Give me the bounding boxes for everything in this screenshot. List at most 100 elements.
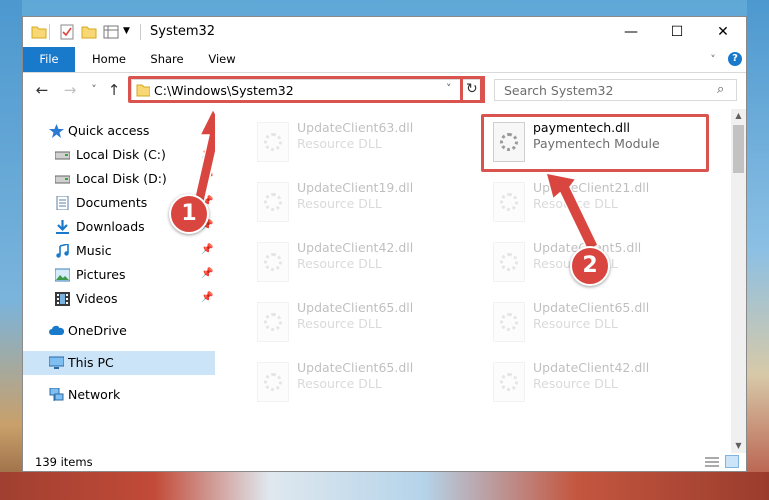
close-button[interactable]: ✕ <box>700 17 746 47</box>
navigation-pane: Quick access Local Disk (C:) 📌 Local Dis… <box>23 109 230 453</box>
dll-file-icon <box>493 362 525 402</box>
properties-icon[interactable] <box>59 24 75 40</box>
list-item[interactable]: UpdateClient19.dll Resource DLL <box>245 174 475 226</box>
file-name: UpdateClient65.dll <box>297 300 414 315</box>
sidebar-item-network[interactable]: Network <box>23 383 215 407</box>
title-bar: ▼ System32 — ☐ ✕ <box>23 17 746 47</box>
scroll-up-arrow-icon[interactable]: ▲ <box>731 109 746 123</box>
vertical-scrollbar[interactable]: ▲ ▼ <box>731 109 746 453</box>
status-bar: 139 items <box>23 453 746 471</box>
list-item[interactable]: UpdateClient42.dll Resource DLL <box>481 354 711 406</box>
view-options-icon[interactable] <box>103 24 119 40</box>
sidebar-item-label: OneDrive <box>68 323 127 338</box>
tab-home[interactable]: Home <box>83 47 135 72</box>
file-highlight-box <box>481 114 709 172</box>
file-name: UpdateClient63.dll <box>297 120 414 135</box>
file-list: UpdateClient63.dll Resource DLL paymente… <box>215 109 731 453</box>
sidebar-item-label: Local Disk (C:) <box>76 147 166 162</box>
file-description: Resource DLL <box>533 376 618 391</box>
file-name: UpdateClient65.dll <box>297 360 414 375</box>
documents-icon <box>55 195 70 211</box>
sidebar-item-label: Downloads <box>76 219 145 234</box>
dll-file-icon <box>257 362 289 402</box>
pictures-icon <box>54 268 71 282</box>
onedrive-icon <box>49 324 65 338</box>
list-item[interactable]: UpdateClient65.dll Resource DLL <box>245 294 475 346</box>
toolbar-divider <box>49 24 50 40</box>
new-folder-icon[interactable] <box>81 24 97 40</box>
drive-icon <box>54 172 71 186</box>
customize-toolbar-chevron-icon[interactable]: ▼ <box>123 26 139 42</box>
search-placeholder: Search System32 <box>504 83 614 98</box>
minimize-button[interactable]: — <box>608 17 654 47</box>
search-input[interactable]: Search System32 ⌕ <box>494 79 737 101</box>
file-description: Resource DLL <box>297 196 382 211</box>
download-icon <box>55 220 70 234</box>
pin-icon[interactable]: 📌 <box>201 244 213 255</box>
pin-icon[interactable]: 📌 <box>201 268 213 279</box>
maximize-button[interactable]: ☐ <box>654 17 700 47</box>
file-description: Resource DLL <box>297 316 382 331</box>
ribbon-tabs: File Home Share View ˅ ? <box>23 47 746 73</box>
sidebar-item-onedrive[interactable]: OneDrive <box>23 319 215 343</box>
address-row: ← → ˅ ↑ C:\Windows\System32 ˅ ↻ Search S… <box>23 73 746 107</box>
file-description: Resource DLL <box>297 256 382 271</box>
toolbar-divider <box>140 24 141 40</box>
network-icon <box>49 387 64 402</box>
back-button[interactable]: ← <box>31 79 53 101</box>
sidebar-item-label: Music <box>76 243 112 258</box>
sidebar-item-label: Documents <box>76 195 148 210</box>
large-icons-view-icon[interactable] <box>725 455 739 468</box>
details-view-icon[interactable] <box>705 456 719 471</box>
up-button[interactable]: ↑ <box>103 79 125 101</box>
sidebar-item-label: Local Disk (D:) <box>76 171 167 186</box>
tab-share[interactable]: Share <box>141 47 193 72</box>
scrollbar-thumb[interactable] <box>733 125 744 173</box>
scroll-down-arrow-icon[interactable]: ▼ <box>731 439 746 453</box>
list-item[interactable]: UpdateClient63.dll Resource DLL <box>245 114 475 166</box>
sidebar-item-label: Videos <box>76 291 118 306</box>
videos-icon <box>55 292 70 306</box>
folder-icon[interactable] <box>31 24 47 40</box>
sidebar-item-music[interactable]: Music 📌 <box>23 239 215 263</box>
desktop-background-right <box>747 0 769 500</box>
address-highlight-box <box>128 76 483 103</box>
explorer-window: ▼ System32 — ☐ ✕ File Home Share View ˅ … <box>22 16 747 472</box>
pin-icon[interactable]: 📌 <box>201 292 213 303</box>
window-title: System32 <box>150 24 216 39</box>
drive-icon <box>54 148 71 162</box>
star-icon <box>49 124 64 138</box>
sidebar-item-label: Pictures <box>76 267 126 282</box>
refresh-highlight-box <box>460 76 485 103</box>
file-name: UpdateClient65.dll <box>533 300 650 315</box>
chevron-down-icon[interactable]: ˅ <box>705 47 721 72</box>
tab-view[interactable]: View <box>196 47 248 72</box>
desktop-background-left <box>0 0 22 500</box>
file-description: Resource DLL <box>297 136 382 151</box>
dll-file-icon <box>493 182 525 222</box>
callout-badge-1: 1 <box>169 194 209 234</box>
sidebar-item-label: Network <box>68 387 121 402</box>
file-description: Resource DLL <box>533 316 618 331</box>
item-count: 139 items <box>35 455 93 469</box>
help-icon[interactable]: ? <box>728 52 742 66</box>
dll-file-icon <box>257 122 289 162</box>
sidebar-item-label: This PC <box>68 355 114 370</box>
sidebar-item-label: Quick access <box>68 123 150 138</box>
recent-locations-button[interactable]: ˅ <box>83 79 105 101</box>
sidebar-item-videos[interactable]: Videos 📌 <box>23 287 215 311</box>
sidebar-item-pictures[interactable]: Pictures 📌 <box>23 263 215 287</box>
sidebar-item-this-pc[interactable]: This PC <box>23 351 215 375</box>
forward-button[interactable]: → <box>59 79 81 101</box>
tab-file[interactable]: File <box>23 47 75 72</box>
file-name: UpdateClient42.dll <box>297 240 414 255</box>
dll-file-icon <box>257 302 289 342</box>
file-name: UpdateClient42.dll <box>533 360 650 375</box>
music-icon <box>55 242 70 258</box>
list-item[interactable]: UpdateClient65.dll Resource DLL <box>245 354 475 406</box>
list-item[interactable]: UpdateClient42.dll Resource DLL <box>245 234 475 286</box>
dll-file-icon <box>257 182 289 222</box>
search-icon[interactable]: ⌕ <box>717 82 724 97</box>
list-item[interactable]: UpdateClient65.dll Resource DLL <box>481 294 711 346</box>
callout-badge-2: 2 <box>570 246 610 286</box>
